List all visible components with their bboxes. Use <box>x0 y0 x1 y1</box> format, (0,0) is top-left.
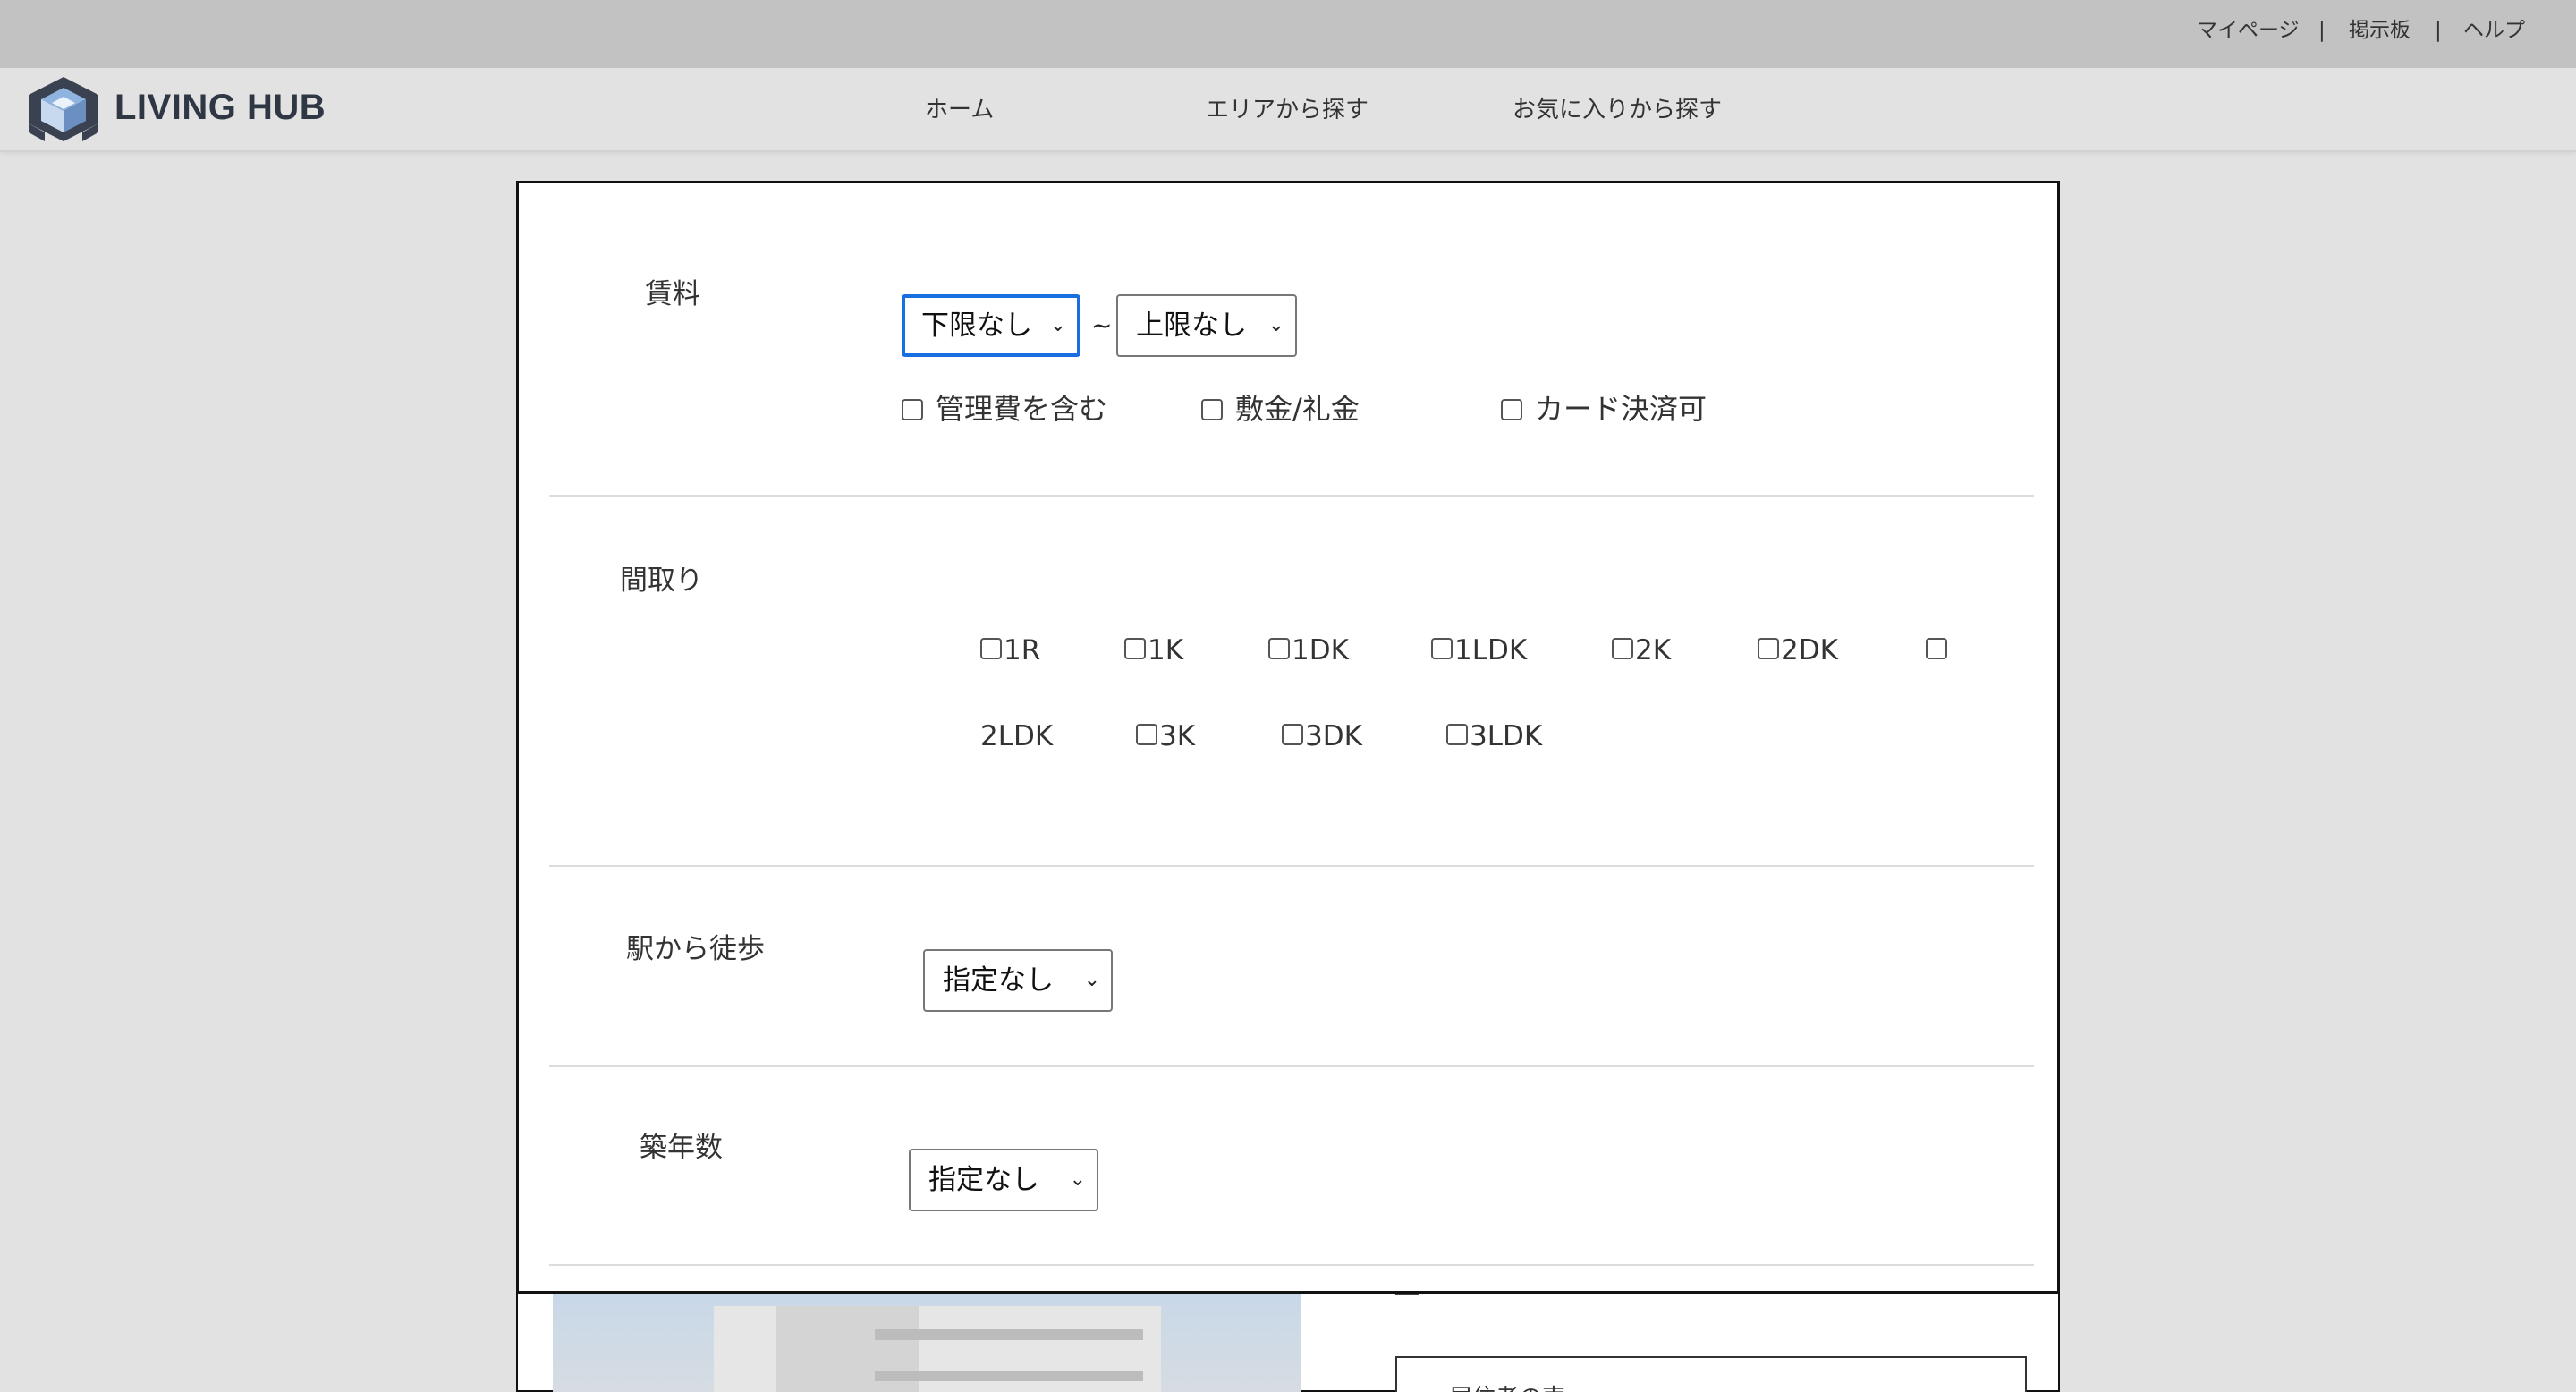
utility-bar: マイページ | 掲示板 | ヘルプ <box>0 0 2576 68</box>
resident-voice-box: 居住者の声 <box>1395 1356 2027 1392</box>
rent-min-select[interactable]: 下限なし ⌄ <box>902 294 1080 357</box>
board-link[interactable]: 掲示板 <box>2349 17 2411 44</box>
utility-separator: | <box>2435 19 2442 42</box>
walk-select[interactable]: 指定なし ⌄ <box>923 949 1113 1012</box>
deposit-key-money-checkbox[interactable] <box>1201 399 1223 420</box>
card-payment-checkbox[interactable] <box>1501 399 1522 420</box>
layout-label: 間取り <box>620 564 703 597</box>
layout-1r-checkbox[interactable] <box>980 638 1002 659</box>
layout-1r-label[interactable]: 1R <box>1004 632 1040 668</box>
help-link[interactable]: ヘルプ <box>2463 17 2525 44</box>
layout-2ldk-label[interactable]: 2LDK <box>980 718 1053 754</box>
deposit-key-money-label[interactable]: 敷金/礼金 <box>1235 391 1360 427</box>
building-age-select[interactable]: 指定なし ⌄ <box>909 1149 1098 1211</box>
layout-1ldk-label[interactable]: 1LDK <box>1454 632 1527 668</box>
layout-1dk-label[interactable]: 1DK <box>1292 632 1349 668</box>
utility-separator: | <box>2318 19 2326 42</box>
layout-3ldk-label[interactable]: 3LDK <box>1470 718 1542 754</box>
resident-voice-title: 居住者の声 <box>1449 1379 1565 1392</box>
layout-2dk-checkbox[interactable] <box>1758 638 1779 659</box>
mypage-link[interactable]: マイページ <box>2197 17 2300 44</box>
layout-1ldk-checkbox[interactable] <box>1431 638 1453 659</box>
walk-value: 指定なし <box>943 964 1054 997</box>
section-divider <box>549 865 2034 867</box>
chevron-down-icon: ⌄ <box>1083 969 1100 991</box>
building-age-label: 築年数 <box>640 1132 723 1164</box>
search-conditions-modal: 賃料 下限なし ⌄ ~ 上限なし ⌄ 管理費を含む 敷金/礼金 カード決済可 間… <box>516 181 2060 1294</box>
rent-label: 賃料 <box>645 278 700 310</box>
layout-2ldk-checkbox[interactable] <box>1926 638 1947 659</box>
management-fee-checkbox[interactable] <box>902 399 923 420</box>
section-divider <box>549 1264 2034 1266</box>
chevron-down-icon: ⌄ <box>1069 1168 1086 1191</box>
layout-1k-checkbox[interactable] <box>1124 638 1146 659</box>
card-payment-label[interactable]: カード決済可 <box>1535 391 1707 427</box>
layout-3ldk-checkbox[interactable] <box>1446 724 1468 745</box>
layout-3dk-label[interactable]: 3DK <box>1305 718 1362 754</box>
section-divider <box>549 495 2034 497</box>
site-header: LIVING HUB ホーム エリアから探す お気に入りから探す <box>0 68 2576 152</box>
rent-max-select[interactable]: 上限なし ⌄ <box>1116 294 1297 357</box>
layout-3k-checkbox[interactable] <box>1136 724 1157 745</box>
layout-3k-label[interactable]: 3K <box>1159 718 1195 754</box>
brand-name[interactable]: LIVING HUB <box>114 86 326 129</box>
walk-label: 駅から徒歩 <box>626 933 765 965</box>
layout-2k-label[interactable]: 2K <box>1635 632 1671 668</box>
management-fee-label[interactable]: 管理費を含む <box>936 391 1107 427</box>
range-separator: ~ <box>1091 310 1113 340</box>
rent-max-value: 上限なし <box>1136 310 1247 342</box>
layout-1k-label[interactable]: 1K <box>1148 632 1183 668</box>
rent-min-value: 下限なし <box>921 310 1032 342</box>
nav-area-search[interactable]: エリアから探す <box>1206 94 1368 126</box>
chevron-down-icon: ⌄ <box>1049 314 1066 336</box>
section-divider <box>549 1065 2034 1067</box>
chevron-down-icon: ⌄ <box>1267 314 1284 336</box>
nav-home[interactable]: ホーム <box>925 94 994 126</box>
layout-2k-checkbox[interactable] <box>1612 638 1633 659</box>
cube-logo-icon[interactable] <box>23 75 104 143</box>
layout-1dk-checkbox[interactable] <box>1268 638 1290 659</box>
building-photo <box>553 1294 1301 1392</box>
nav-favorites-search[interactable]: お気に入りから探す <box>1513 94 1722 126</box>
building-age-value: 指定なし <box>928 1164 1039 1196</box>
layout-3dk-checkbox[interactable] <box>1282 724 1303 745</box>
layout-2dk-label[interactable]: 2DK <box>1781 632 1838 668</box>
